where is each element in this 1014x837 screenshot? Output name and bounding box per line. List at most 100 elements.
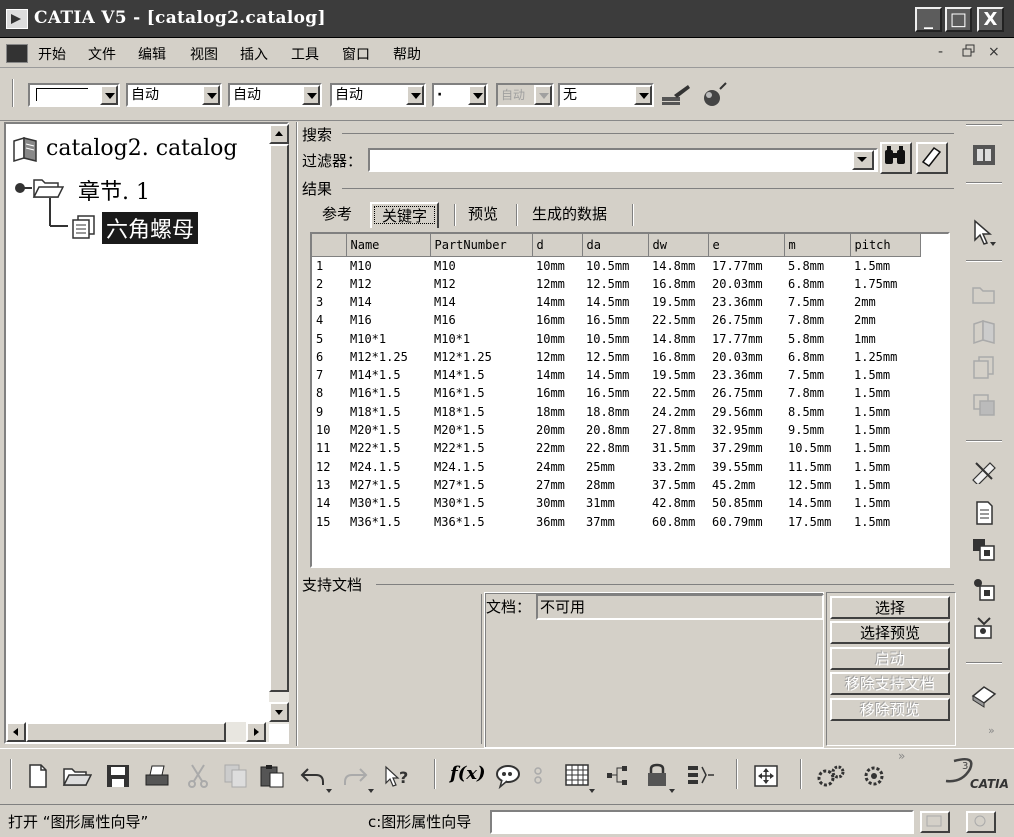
menu-window[interactable]: 窗口	[342, 44, 370, 64]
resolve-family-icon[interactable]	[970, 576, 998, 602]
menu-help[interactable]: 帮助	[393, 44, 421, 64]
scroll-down-button[interactable]	[269, 702, 289, 722]
whats-this-icon[interactable]: ?	[384, 763, 412, 789]
paste-icon[interactable]	[258, 763, 286, 789]
chevron-down-icon[interactable]	[406, 85, 424, 105]
sketch-icon[interactable]	[684, 763, 714, 789]
column-header-partnumber[interactable]: PartNumber	[430, 234, 533, 257]
print-icon[interactable]	[142, 763, 170, 789]
mdi-close-button[interactable]: ×	[988, 44, 1000, 60]
formula-icon[interactable]: f(x)	[450, 763, 486, 789]
table-row[interactable]: 2 M12 M12 12mm 12.5mm 16.8mm 20.03mm 6.8mm 1.75m…	[312, 275, 920, 293]
menu-file[interactable]: 文件	[88, 44, 116, 64]
line-thickness-combo[interactable]: 自动	[228, 83, 322, 107]
table-row[interactable]: 13 M27*1.5 M27*1.5 27mm 28mm 37.5mm 45.2mm 12.5…	[312, 476, 920, 494]
mdi-minimize-button[interactable]: -	[938, 44, 943, 60]
search-binoculars-button[interactable]	[880, 142, 912, 174]
line-type-combo[interactable]: 自动	[126, 83, 222, 107]
table-row[interactable]: 3 M14 M14 14mm 14.5mm 19.5mm 23.36mm 7.5mm 2mm	[312, 293, 920, 311]
toolbar-grip[interactable]	[12, 79, 14, 107]
menu-start[interactable]: 开始	[38, 44, 66, 64]
chevron-down-icon[interactable]	[202, 85, 220, 105]
tab-generated-data[interactable]: 生成的数据	[522, 202, 617, 228]
table-row[interactable]: 10 M20*1.5 M20*1.5 20mm 20.8mm 27.8mm 32.95mm 9…	[312, 421, 920, 439]
tree-root-catalog[interactable]: catalog2. catalog	[46, 136, 264, 161]
settings-icon[interactable]	[816, 763, 845, 789]
hscroll-thumb[interactable]	[26, 722, 226, 742]
document-icon[interactable]	[970, 500, 998, 526]
more-icon[interactable]: »	[988, 724, 995, 737]
tree-icon[interactable]	[604, 763, 632, 789]
minimize-button[interactable]: _	[915, 7, 942, 32]
table-row[interactable]: 6 M12*1.25 M12*1.25 12mm 12.5mm 16.8mm 20.03mm…	[312, 348, 920, 366]
painter-icon[interactable]	[660, 81, 692, 109]
table-row[interactable]: 15 M36*1.5 M36*1.5 36mm 37mm 60.8mm 60.79mm 17.…	[312, 512, 920, 530]
document-menu-icon[interactable]	[6, 44, 28, 63]
table-row[interactable]: 12 M24.1.5 M24.1.5 24mm 25mm 33.2mm 39.55mm 11.…	[312, 457, 920, 475]
menu-view[interactable]: 视图	[190, 44, 218, 64]
scroll-thumb[interactable]	[269, 144, 289, 692]
menu-edit[interactable]: 编辑	[138, 44, 166, 64]
chevron-down-icon[interactable]	[634, 85, 652, 105]
more-icon[interactable]: »	[898, 749, 905, 763]
tab-preview[interactable]: 预览	[458, 202, 508, 228]
define-family-icon[interactable]	[970, 536, 998, 562]
undo-icon[interactable]	[298, 763, 332, 793]
command-input[interactable]	[490, 810, 914, 834]
column-header-pitch[interactable]: pitch	[850, 234, 921, 257]
fill-color-combo[interactable]	[28, 83, 120, 107]
table-row[interactable]: 14 M30*1.5 M30*1.5 30mm 31mm 42.8mm 50.85mm 14.…	[312, 494, 920, 512]
chevron-down-icon[interactable]	[100, 85, 118, 105]
tab-reference[interactable]: 参考	[312, 202, 362, 228]
tree-hex-nut-family[interactable]: 六角螺母	[102, 212, 199, 244]
maximize-button[interactable]: □	[945, 7, 972, 32]
filter-dropdown-button[interactable]	[852, 150, 874, 170]
tree-vertical-scrollbar[interactable]	[269, 124, 289, 724]
table-row[interactable]: 5 M10*1 M10*1 10mm 10.5mm 14.8mm 17.77mm 5.8mm 1…	[312, 329, 920, 347]
chevron-down-icon[interactable]	[468, 85, 486, 105]
material-icon[interactable]	[700, 79, 730, 109]
menu-tools[interactable]: 工具	[291, 44, 319, 64]
column-header-da[interactable]: da	[582, 234, 649, 257]
comment-icon[interactable]	[494, 763, 522, 790]
add-keyword-icon[interactable]	[970, 458, 998, 486]
filter-input[interactable]	[368, 148, 878, 172]
generate-parts-icon[interactable]	[970, 614, 998, 640]
table-row[interactable]: 4 M16 M16 16mm 16.5mm 22.5mm 26.75mm 7.8mm 2mm	[312, 311, 920, 329]
catalog-browser-icon[interactable]	[970, 142, 998, 168]
column-header-dw[interactable]: dw	[648, 234, 709, 257]
catalog-options-icon[interactable]	[970, 682, 998, 708]
clear-filter-button[interactable]	[916, 142, 948, 174]
layer-combo[interactable]: 无	[558, 83, 654, 107]
column-header-m[interactable]: m	[784, 234, 851, 257]
toolbar-grip[interactable]	[10, 759, 12, 789]
lock-icon[interactable]	[644, 763, 675, 793]
table-row[interactable]: 9 M18*1.5 M18*1.5 18mm 18.8mm 24.2mm 29.56mm 8.…	[312, 403, 920, 421]
chevron-down-icon[interactable]	[302, 85, 320, 105]
save-icon[interactable]	[104, 763, 132, 789]
point-symbol-combo[interactable]: 自动	[330, 83, 426, 107]
table-row[interactable]: 8 M16*1.5 M16*1.5 16mm 16.5mm 22.5mm 26.75mm 7.…	[312, 384, 920, 402]
gear-icon[interactable]	[860, 763, 888, 789]
column-header-name[interactable]: Name	[346, 234, 431, 257]
tab-keywords[interactable]: 关键字	[370, 202, 440, 228]
fit-all-icon[interactable]	[752, 763, 780, 789]
scroll-left-button[interactable]	[6, 722, 26, 742]
scroll-right-button[interactable]	[246, 722, 266, 742]
close-button[interactable]: X	[977, 7, 1004, 32]
scroll-up-button[interactable]	[269, 124, 289, 144]
column-header-d[interactable]: d	[532, 234, 583, 257]
table-row[interactable]: 1 M10 M10 10mm 10.5mm 14.8mm 17.77mm 5.8mm 1.5mm	[312, 256, 920, 275]
catia-app-icon[interactable]	[6, 9, 28, 29]
table-row[interactable]: 11 M22*1.5 M22*1.5 22mm 22.8mm 31.5mm 37.29mm 1…	[312, 439, 920, 457]
column-header-index[interactable]	[312, 234, 347, 257]
select-arrow-icon[interactable]	[970, 218, 998, 246]
table-row[interactable]: 7 M14*1.5 M14*1.5 14mm 14.5mm 19.5mm 23.36mm 7.…	[312, 366, 920, 384]
point-type-combo[interactable]: ·	[432, 83, 488, 107]
tree-horizontal-scrollbar[interactable]	[6, 722, 269, 742]
tree-chapter-1[interactable]: 章节. 1	[78, 174, 150, 206]
menu-insert[interactable]: 插入	[240, 44, 268, 64]
open-icon[interactable]	[62, 763, 93, 789]
column-header-e[interactable]: e	[708, 234, 785, 257]
new-icon[interactable]	[24, 763, 52, 789]
